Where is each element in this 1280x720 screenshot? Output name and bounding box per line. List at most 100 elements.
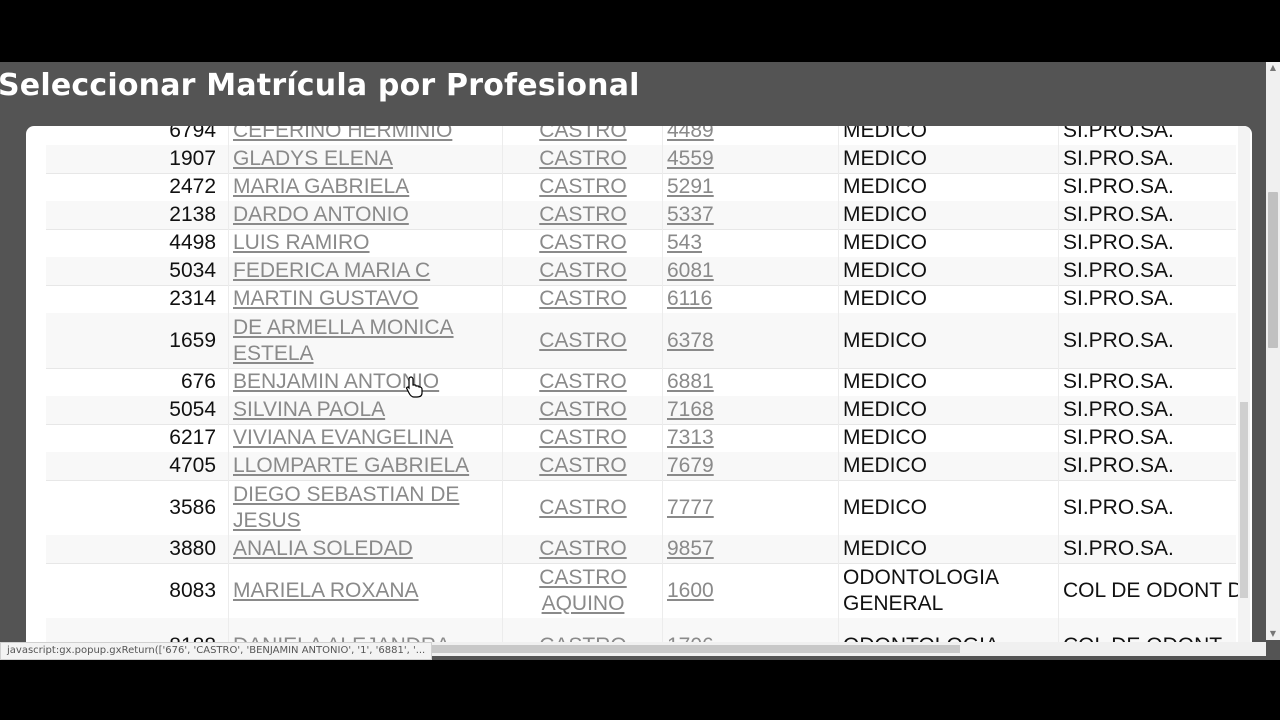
table-cell: SI.PRO.SA.	[1058, 396, 1239, 424]
table-cell: SI.PRO.SA.	[1058, 368, 1239, 396]
matricula-link[interactable]: 4489	[667, 126, 839, 144]
scroll-up-arrow-icon[interactable]: ▲	[1266, 62, 1280, 74]
matricula-link[interactable]: 9857	[667, 536, 839, 562]
table-cell: MEDICO	[838, 173, 1059, 201]
cell-profession: MEDICO	[843, 495, 927, 519]
cell-institution: SI.PRO.SA.	[1063, 426, 1174, 449]
cell-id: 676	[180, 370, 216, 393]
first-name-link[interactable]: VIVIANA EVANGELINA	[233, 425, 503, 451]
first-name-link[interactable]: DIEGO SEBASTIAN DE JESUS	[233, 482, 503, 534]
cell-id: 1907	[169, 147, 216, 170]
last-name-link[interactable]: CASTRO	[503, 369, 663, 395]
last-name-link[interactable]: CASTRO	[503, 425, 663, 451]
horizontal-scrollbar-thumb[interactable]	[420, 645, 960, 653]
table-cell: 7679	[662, 452, 839, 480]
table-row: 4498 LUIS RAMIRO CASTRO 543 MEDICO SI.PRO.SA.	[46, 229, 1236, 258]
table-cell: 5291	[662, 173, 839, 201]
table-cell: 2138	[46, 201, 222, 229]
table-cell: CASTRO	[502, 396, 663, 424]
table-cell: CASTRO	[502, 368, 663, 396]
last-name-link[interactable]: CASTRO	[503, 230, 663, 256]
table-row: 6217 VIVIANA EVANGELINA CASTRO 7313 MEDICO SI…	[46, 424, 1236, 453]
cell-institution: SI.PRO.SA.	[1063, 126, 1174, 142]
table-cell: MARIELA ROXANA	[228, 563, 503, 618]
last-name-link[interactable]: CASTRO	[503, 202, 663, 228]
grid-scrollbar-thumb[interactable]	[1240, 402, 1248, 598]
cell-profession: MEDICO	[843, 175, 927, 198]
last-name-link[interactable]: CASTRO	[503, 536, 663, 562]
matricula-link[interactable]: 5337	[667, 202, 839, 228]
last-name-link[interactable]: CASTRO	[503, 495, 663, 521]
table-cell: SILVINA PAOLA	[228, 396, 503, 424]
first-name-link[interactable]: SILVINA PAOLA	[233, 397, 503, 423]
last-name-link[interactable]: CASTRO	[503, 174, 663, 200]
first-name-link[interactable]: CEFERINO HERMINIO	[233, 126, 503, 144]
cell-profession: MEDICO	[843, 398, 927, 421]
table-cell: 6378	[662, 313, 839, 368]
matricula-link[interactable]: 7313	[667, 425, 839, 451]
first-name-link[interactable]: GLADYS ELENA	[233, 146, 503, 172]
last-name-link[interactable]: CASTRO	[503, 146, 663, 172]
last-name-link[interactable]: CASTRO	[503, 453, 663, 479]
first-name-link[interactable]: FEDERICA MARIA C	[233, 258, 503, 284]
matricula-link[interactable]: 4559	[667, 146, 839, 172]
table-cell: 6116	[662, 285, 839, 313]
matricula-link[interactable]: 6378	[667, 328, 839, 354]
table-cell: 8083	[46, 563, 222, 618]
table-cell: 4705	[46, 452, 222, 480]
table-cell: SI.PRO.SA.	[1058, 285, 1239, 313]
last-name-link[interactable]: CASTRO	[503, 126, 663, 144]
last-name-link[interactable]: CASTRO AQUINO	[503, 565, 663, 617]
matricula-link[interactable]: 7777	[667, 495, 839, 521]
table-cell: SI.PRO.SA.	[1058, 145, 1239, 173]
first-name-link[interactable]: MARIA GABRIELA	[233, 174, 503, 200]
first-name-link[interactable]: DARDO ANTONIO	[233, 202, 503, 228]
first-name-link[interactable]: BENJAMIN ANTONIO	[233, 369, 503, 395]
first-name-link[interactable]: LUIS RAMIRO	[233, 230, 503, 256]
page-scrollbar-thumb[interactable]	[1268, 192, 1278, 348]
cell-institution: SI.PRO.SA.	[1063, 259, 1174, 282]
cell-profession: MEDICO	[843, 537, 927, 560]
cell-institution: SI.PRO.SA.	[1063, 203, 1174, 226]
cell-id: 1659	[169, 328, 216, 352]
table-cell: ANALIA SOLEDAD	[228, 535, 503, 563]
table-cell: CASTRO	[502, 285, 663, 313]
cell-institution: SI.PRO.SA.	[1063, 287, 1174, 310]
scroll-down-arrow-icon[interactable]: ▼	[1266, 628, 1280, 640]
first-name-link[interactable]: MARTIN GUSTAVO	[233, 286, 503, 312]
matricula-link[interactable]: 5291	[667, 174, 839, 200]
table-row: 3586 DIEGO SEBASTIAN DE JESUS CASTRO 7777 ME…	[46, 480, 1236, 536]
table-cell: CEFERINO HERMINIO	[228, 126, 503, 145]
last-name-link[interactable]: CASTRO	[503, 286, 663, 312]
table-cell: 4489	[662, 126, 839, 145]
last-name-link[interactable]: CASTRO	[503, 328, 663, 354]
matricula-link[interactable]: 6081	[667, 258, 839, 284]
last-name-link[interactable]: CASTRO	[503, 258, 663, 284]
matricula-link[interactable]: 6881	[667, 369, 839, 395]
table-cell: SI.PRO.SA.	[1058, 257, 1239, 285]
first-name-link[interactable]: MARIELA ROXANA	[233, 578, 503, 604]
table-cell: MEDICO	[838, 424, 1059, 452]
table-cell: SI.PRO.SA.	[1058, 424, 1239, 452]
matricula-link[interactable]: 6116	[667, 286, 839, 312]
page-scrollbar[interactable]: ▲ ▼	[1266, 62, 1280, 640]
matricula-link[interactable]: 1600	[667, 578, 839, 604]
table-cell: GLADYS ELENA	[228, 145, 503, 173]
cell-profession: MEDICO	[843, 203, 927, 226]
table-row: 8083 MARIELA ROXANA CASTRO AQUINO 1600 ODONT…	[46, 563, 1239, 619]
matricula-link[interactable]: 543	[667, 230, 839, 256]
table-cell: MARTIN GUSTAVO	[228, 285, 503, 313]
cell-id: 3880	[169, 537, 216, 560]
matricula-link[interactable]: 7168	[667, 397, 839, 423]
first-name-link[interactable]: ANALIA SOLEDAD	[233, 536, 503, 562]
first-name-link[interactable]: LLOMPARTE GABRIELA	[233, 453, 503, 479]
last-name-link[interactable]: CASTRO	[503, 397, 663, 423]
table-cell: 7777	[662, 480, 839, 535]
table-row: 2138 DARDO ANTONIO CASTRO 5337 MEDICO SI.PRO.…	[46, 201, 1236, 230]
table-cell: CASTRO	[502, 535, 663, 563]
grid-scrollbar[interactable]	[1238, 126, 1250, 646]
table-cell: DARDO ANTONIO	[228, 201, 503, 229]
table-cell: 543	[662, 229, 839, 257]
first-name-link[interactable]: DE ARMELLA MONICA ESTELA	[233, 315, 503, 367]
matricula-link[interactable]: 7679	[667, 453, 839, 479]
